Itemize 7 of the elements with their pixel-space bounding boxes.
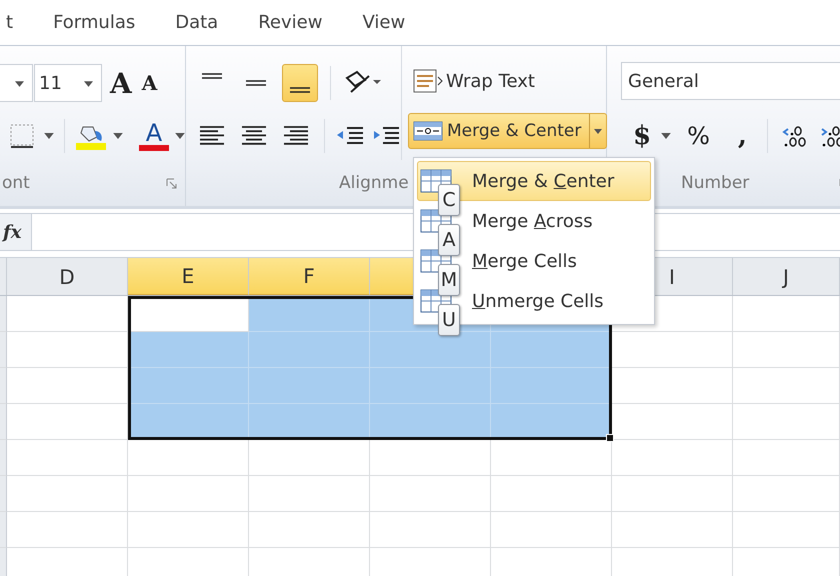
key-tip: C bbox=[438, 184, 460, 216]
key-tip: U bbox=[438, 304, 460, 336]
key-tip: A bbox=[438, 224, 460, 256]
group-label: Number bbox=[681, 173, 750, 193]
group-label: Alignme bbox=[339, 173, 409, 193]
group-label: ont bbox=[2, 173, 30, 193]
key-tip: M bbox=[438, 264, 460, 296]
